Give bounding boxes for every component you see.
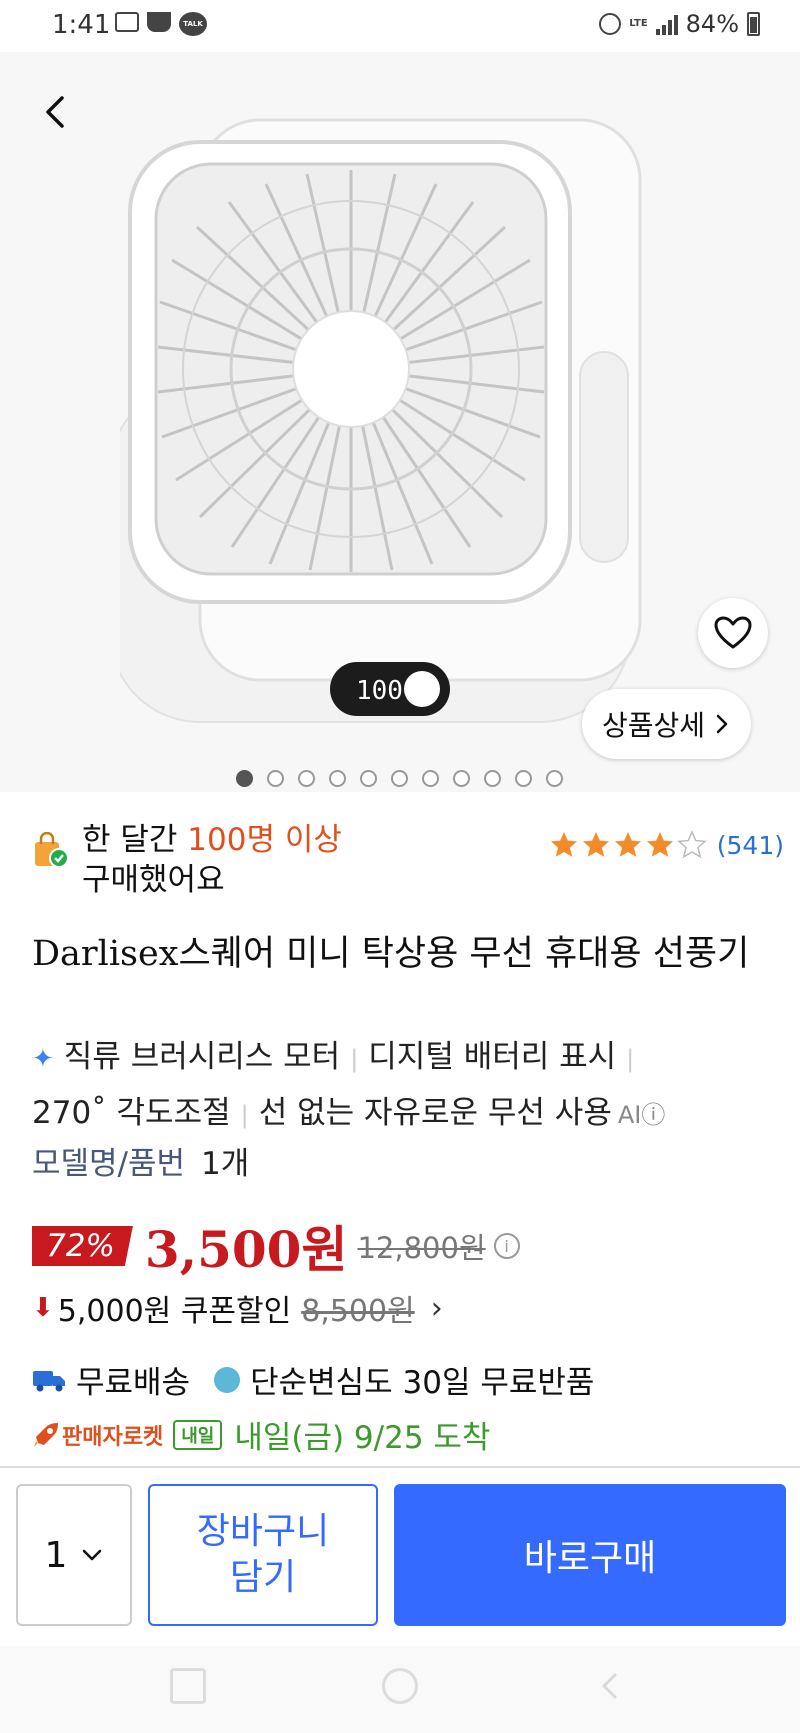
- purchase-action-bar: 1 장바구니 담기 바로구매: [0, 1466, 800, 1646]
- sparkle-icon: ✦: [32, 1044, 54, 1074]
- purchase-notice-suffix: 구매했어요: [82, 862, 225, 898]
- carousel-dot[interactable]: [453, 770, 470, 787]
- ai-info-label[interactable]: AIⓘ: [618, 1101, 666, 1129]
- chevron-right-icon: [716, 714, 728, 734]
- delivery-eta: 내일(금) 9/25 도착: [234, 1420, 491, 1456]
- chevron-right-icon: ›: [430, 1290, 443, 1326]
- carousel-dot[interactable]: [546, 770, 563, 787]
- model-info: 모델명/품번 1개: [32, 1138, 249, 1183]
- coupon-discount-row[interactable]: ⬇ 5,000원 쿠폰할인 8,500원 ›: [32, 1286, 443, 1330]
- cup-icon: [147, 12, 171, 32]
- star-filled-icon: [614, 832, 641, 857]
- add-to-cart-label-line1: 장바구니: [196, 1511, 330, 1552]
- truck-icon: [33, 1370, 65, 1391]
- carousel-dot[interactable]: [422, 770, 439, 787]
- add-to-cart-button[interactable]: 장바구니 담기: [148, 1484, 378, 1626]
- return-icon: [214, 1366, 241, 1393]
- discount-badge: 72%: [32, 1226, 133, 1266]
- shipping-row: 무료배송 단순변심도 30일 무료반품: [32, 1357, 594, 1402]
- carousel-dot[interactable]: [484, 770, 501, 787]
- free-return-label: 단순변심도 30일 무료반품: [250, 1365, 595, 1401]
- feature-summary: ✦ 직류 브러시리스 모터 | 디지털 배터리 표시 | 270˚ 각도조절 | 선 없는 …: [32, 1039, 666, 1131]
- heart-icon: [714, 616, 752, 649]
- feature-item: 선 없는 자유로운 무선 사용: [258, 1095, 612, 1131]
- star-empty-icon: [676, 830, 707, 859]
- purchase-count-notice: 한 달간 100명 이상 구매했어요: [32, 820, 342, 900]
- purchase-notice-prefix: 한 달간: [82, 822, 188, 858]
- coupon-text: 5,000원 쿠폰할인: [57, 1294, 292, 1329]
- back-nav-button[interactable]: [594, 1668, 630, 1704]
- kakao-talk-icon: TALK: [179, 12, 207, 36]
- wishlist-button[interactable]: [698, 598, 768, 668]
- star-filled-icon: [582, 832, 609, 857]
- back-button[interactable]: [36, 92, 76, 132]
- status-time: 1:41: [52, 10, 111, 40]
- quantity-value: 1: [44, 1534, 68, 1576]
- recent-apps-button[interactable]: [170, 1668, 206, 1704]
- notification-icons: TALK: [115, 12, 207, 36]
- review-count[interactable]: (541): [717, 831, 784, 860]
- sale-price: 3,500원: [144, 1220, 348, 1279]
- system-navigation-bar: [0, 1646, 800, 1733]
- carousel-dot[interactable]: [515, 770, 532, 787]
- chevron-left-icon: [46, 96, 64, 128]
- lte-icon: LTE: [629, 18, 648, 29]
- chevron-down-icon: [83, 1549, 102, 1561]
- original-price: 12,800원: [357, 1231, 486, 1265]
- star-filled-icon: [646, 832, 673, 857]
- feature-item: 디지털 배터리 표시: [368, 1039, 617, 1075]
- battery-percent: 84%: [685, 10, 739, 38]
- display-readout: 100: [356, 676, 403, 706]
- product-title: Darlisex스퀘어 미니 탁상용 무선 휴대용 선풍기: [32, 934, 750, 974]
- coupon-after-price: 8,500원: [301, 1294, 415, 1329]
- feature-item: 270˚ 각도조절: [32, 1095, 231, 1131]
- feature-item: 직류 브러시리스 모터: [63, 1039, 341, 1075]
- battery-icon: [747, 12, 760, 36]
- status-bar: 1:41 TALK LTE 84%: [0, 0, 800, 52]
- product-image-fan: 100: [120, 118, 642, 723]
- product-detail-button[interactable]: 상품상세: [582, 689, 752, 759]
- model-label: 모델명/품번: [32, 1146, 186, 1182]
- rating-summary[interactable]: (541): [549, 830, 784, 860]
- seller-rocket-label: 판매자로켓: [62, 1424, 164, 1450]
- buy-now-button[interactable]: 바로구매: [394, 1484, 786, 1626]
- system-icons: LTE 84%: [599, 10, 760, 38]
- carousel-dot[interactable]: [391, 770, 408, 787]
- carousel-dot[interactable]: [267, 770, 284, 787]
- free-shipping-label: 무료배송: [76, 1365, 191, 1401]
- home-button[interactable]: [382, 1668, 418, 1704]
- shopping-bag-icon: [32, 831, 69, 868]
- add-to-cart-label-line2: 담기: [229, 1557, 297, 1598]
- purchase-notice-highlight: 100명 이상: [187, 822, 342, 858]
- rocket-icon: [34, 1422, 58, 1447]
- model-value: 1개: [201, 1146, 250, 1182]
- delivery-eta-row: 판매자로켓 내일 내일(금) 9/25 도착: [32, 1412, 490, 1457]
- price-row: 72% 3,500원 12,800원 i: [32, 1210, 520, 1282]
- tomorrow-badge: 내일: [173, 1419, 223, 1450]
- down-arrow-icon: ⬇: [32, 1293, 54, 1323]
- product-detail-label: 상품상세: [602, 709, 706, 742]
- star-filled-icon: [550, 832, 577, 857]
- product-image-carousel[interactable]: 100 상품상세: [0, 52, 800, 792]
- signal-icon: [655, 13, 678, 35]
- price-info-icon[interactable]: i: [493, 1233, 520, 1259]
- carousel-indicator: [236, 770, 563, 787]
- carousel-dot[interactable]: [329, 770, 346, 787]
- message-icon: [115, 12, 139, 32]
- quantity-select[interactable]: 1: [16, 1484, 132, 1626]
- star-rating: [549, 830, 707, 860]
- carousel-dot[interactable]: [360, 770, 377, 787]
- carousel-dot[interactable]: [298, 770, 315, 787]
- alarm-icon: [599, 13, 622, 35]
- carousel-dot[interactable]: [236, 770, 253, 787]
